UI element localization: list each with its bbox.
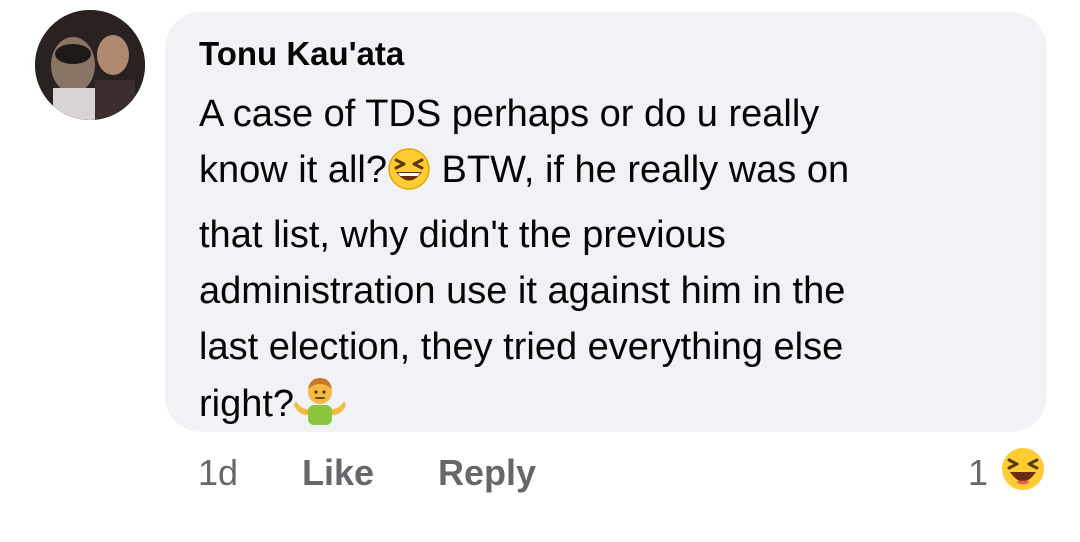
comment-bubble: Tonu Kau'ata A case of TDS perhaps or do… bbox=[165, 12, 1047, 432]
comment-line-part: know it all? bbox=[199, 149, 387, 191]
comment-line-part: right? bbox=[199, 383, 295, 425]
comment-line: A case of TDS perhaps or do u really bbox=[199, 93, 820, 135]
comment-line: that list, why didn't the previous bbox=[199, 214, 726, 256]
comment-text: A case of TDS perhaps or do u really kno… bbox=[199, 86, 999, 441]
comment-actions: 1d Like Reply 1 bbox=[0, 450, 1080, 500]
comment-author[interactable]: Tonu Kau'ata bbox=[199, 34, 1013, 74]
reply-button[interactable]: Reply bbox=[438, 450, 536, 496]
comment-line: know it all? BTW, if he really was on bbox=[199, 142, 999, 207]
comment-line: last election, they tried everything els… bbox=[199, 326, 844, 368]
like-button[interactable]: Like bbox=[302, 450, 374, 496]
comment-line: administration use it against him in the bbox=[199, 270, 846, 312]
laughing-reaction-icon[interactable] bbox=[999, 445, 1047, 493]
person-shrugging-icon bbox=[294, 375, 347, 441]
grinning-squinting-face-icon bbox=[387, 147, 431, 207]
reaction-count[interactable]: 1 bbox=[968, 450, 988, 496]
comment-line-part: BTW, if he really was on bbox=[430, 149, 850, 191]
comment-timestamp[interactable]: 1d bbox=[198, 450, 238, 496]
avatar[interactable] bbox=[35, 10, 145, 120]
comment-line: right? bbox=[199, 375, 999, 441]
